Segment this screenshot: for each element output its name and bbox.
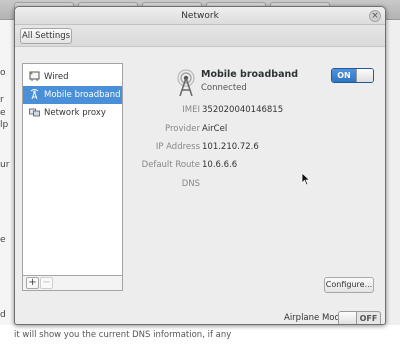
background-text-fragment: o	[0, 68, 6, 78]
device-item-wired[interactable]: Wired	[23, 68, 122, 86]
ip-address-label: IP Address	[155, 142, 200, 152]
add-device-button[interactable]: +	[26, 277, 39, 289]
background-text-fragment: d	[0, 310, 6, 320]
device-item-label: Wired	[44, 72, 69, 82]
window-title: Network	[181, 11, 219, 21]
device-item-network-proxy[interactable]: Network proxy	[23, 104, 122, 122]
default-route-label: Default Route	[141, 160, 200, 170]
background-page-text: it will show you the current DNS informa…	[0, 325, 400, 345]
mobile-broadband-icon	[30, 89, 39, 100]
connection-status: Connected	[201, 83, 247, 93]
close-button[interactable]: ×	[369, 10, 381, 22]
remove-device-button[interactable]: −	[40, 277, 53, 289]
device-item-mobile-broadband[interactable]: Mobile broadband	[23, 86, 122, 104]
imei-label: IMEI	[182, 105, 200, 115]
mobile-broadband-device-icon	[177, 69, 195, 97]
network-proxy-icon	[29, 108, 40, 117]
toolbar: All Settings	[15, 25, 385, 47]
close-icon: ×	[371, 11, 379, 21]
device-item-label: Network proxy	[44, 108, 106, 118]
device-list-toolbar: + −	[22, 276, 123, 291]
dns-label: DNS	[181, 179, 200, 189]
device-power-switch[interactable]: ON	[331, 68, 374, 83]
network-settings-window: Network × All Settings Wired Mobile broa…	[14, 6, 386, 325]
switch-knob	[339, 312, 357, 324]
ip-address-value: 101.210.72.6	[202, 142, 259, 152]
provider-value: AirCel	[202, 124, 228, 134]
provider-label: Provider	[165, 124, 200, 134]
device-list: Wired Mobile broadband Network proxy	[22, 63, 123, 276]
device-name: Mobile broadband	[201, 69, 299, 80]
background-text-fragment: ur	[0, 160, 10, 170]
title-bar: Network ×	[15, 7, 385, 25]
airplane-mode-label: Airplane Mode	[284, 313, 346, 323]
switch-on-label: ON	[332, 69, 356, 82]
switch-off-label: OFF	[359, 314, 378, 323]
switch-knob	[356, 69, 373, 82]
device-item-label: Mobile broadband	[44, 90, 121, 100]
imei-value: 352020040146815	[202, 105, 284, 115]
configure-button[interactable]: Configure...	[324, 277, 374, 293]
default-route-value: 10.6.6.6	[202, 160, 238, 170]
mouse-cursor-icon	[301, 172, 311, 186]
background-page-right	[385, 20, 400, 345]
wired-icon	[29, 71, 40, 81]
airplane-mode-switch[interactable]: OFF	[338, 311, 381, 324]
background-text-fragment: lp	[0, 120, 9, 130]
background-text-fragment: e	[0, 235, 6, 245]
all-settings-button[interactable]: All Settings	[20, 28, 72, 44]
background-text-fragment: e	[0, 108, 6, 118]
background-text-fragment: r	[0, 95, 4, 105]
